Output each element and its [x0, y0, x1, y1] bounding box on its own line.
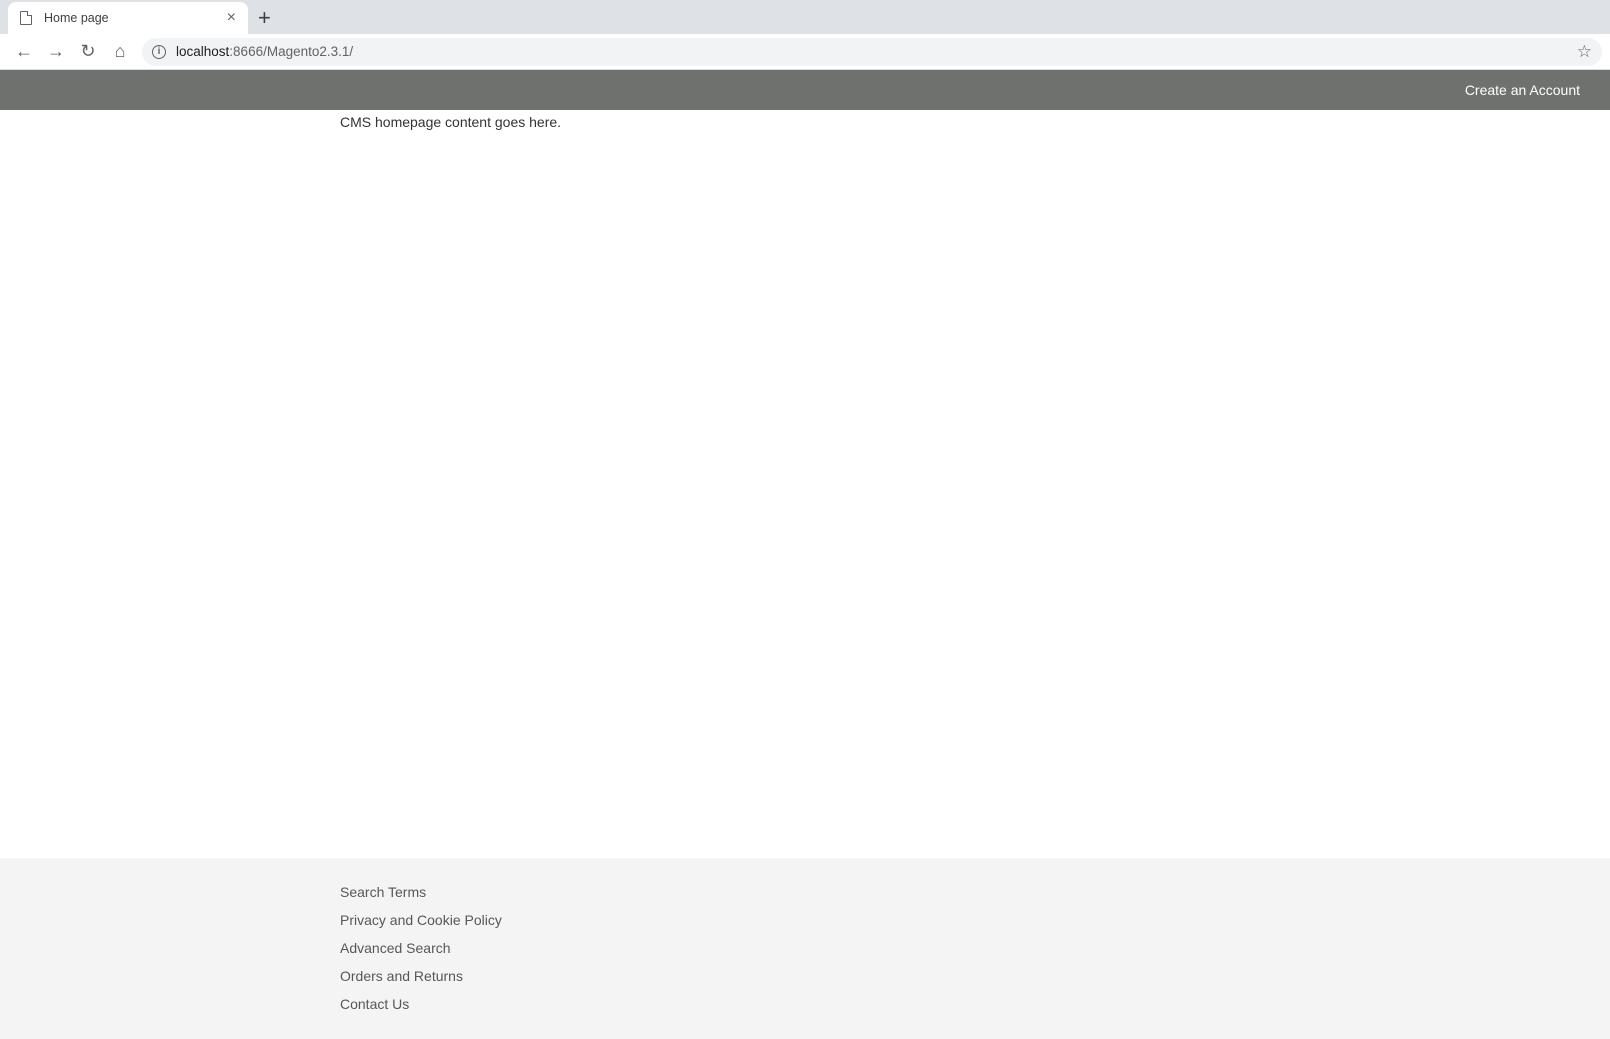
url-path: :8666/Magento2.3.1/ [229, 44, 354, 59]
page-icon [20, 11, 32, 25]
address-bar[interactable]: i localhost :8666/Magento2.3.1/ ☆ [142, 37, 1602, 66]
footer: Search Terms Privacy and Cookie Policy A… [0, 858, 1610, 1039]
browser-tab[interactable]: Home page × [8, 2, 248, 34]
bookmark-star-icon[interactable]: ☆ [1577, 42, 1592, 62]
cms-content-text: CMS homepage content goes here. [340, 114, 562, 130]
browser-tab-bar: Home page × + [0, 0, 1610, 34]
footer-link-contact-us[interactable]: Contact Us [340, 990, 1610, 1018]
create-account-link[interactable]: Create an Account [1465, 82, 1580, 98]
url-host: localhost [176, 44, 230, 59]
back-button[interactable]: ← [8, 38, 40, 66]
footer-link-orders-returns[interactable]: Orders and Returns [340, 962, 1610, 990]
footer-link-advanced-search[interactable]: Advanced Search [340, 934, 1610, 962]
reload-button[interactable]: ↻ [72, 38, 104, 66]
close-tab-icon[interactable]: × [227, 9, 236, 27]
new-tab-button[interactable]: + [258, 5, 271, 31]
tab-title: Home page [44, 11, 109, 25]
home-button[interactable]: ⌂ [104, 38, 136, 66]
browser-toolbar: ← → ↻ ⌂ i localhost :8666/Magento2.3.1/ … [0, 34, 1610, 70]
footer-link-search-terms[interactable]: Search Terms [340, 878, 1610, 906]
main-content: CMS homepage content goes here. [0, 110, 1610, 858]
page-header: Create an Account [0, 70, 1610, 110]
footer-link-privacy-policy[interactable]: Privacy and Cookie Policy [340, 906, 1610, 934]
forward-button[interactable]: → [40, 38, 72, 66]
info-icon[interactable]: i [152, 44, 166, 59]
